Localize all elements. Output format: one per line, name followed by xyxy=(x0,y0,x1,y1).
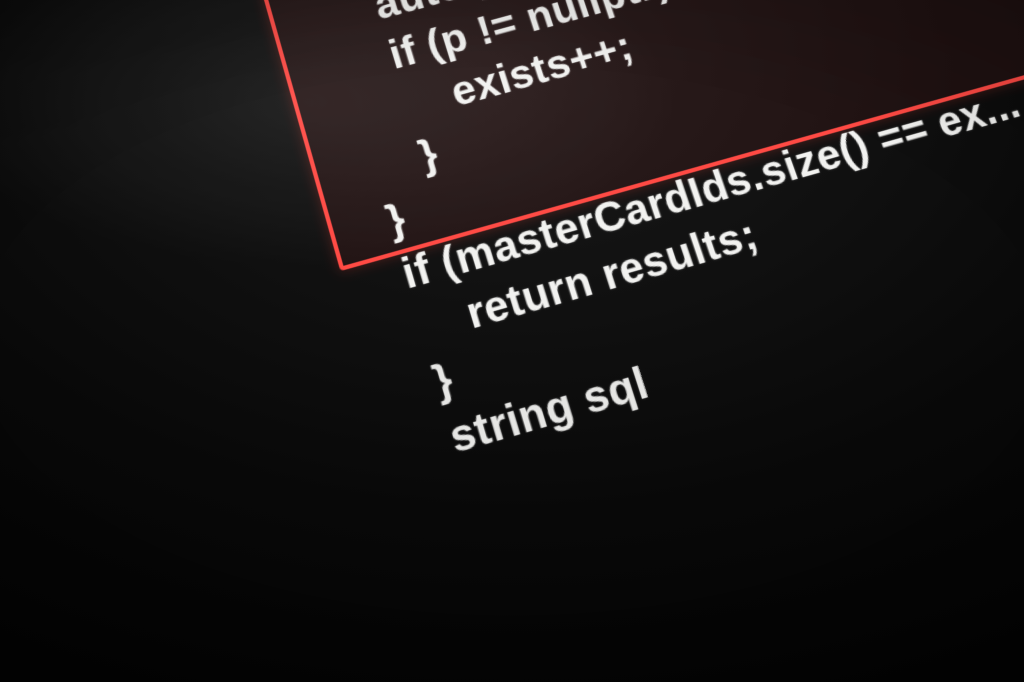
code-photo: ...CardModek::getMasterCardDatasBy... ve… xyxy=(0,0,1024,682)
code-plane: ...CardModek::getMasterCardDatasBy... ve… xyxy=(220,0,1024,670)
